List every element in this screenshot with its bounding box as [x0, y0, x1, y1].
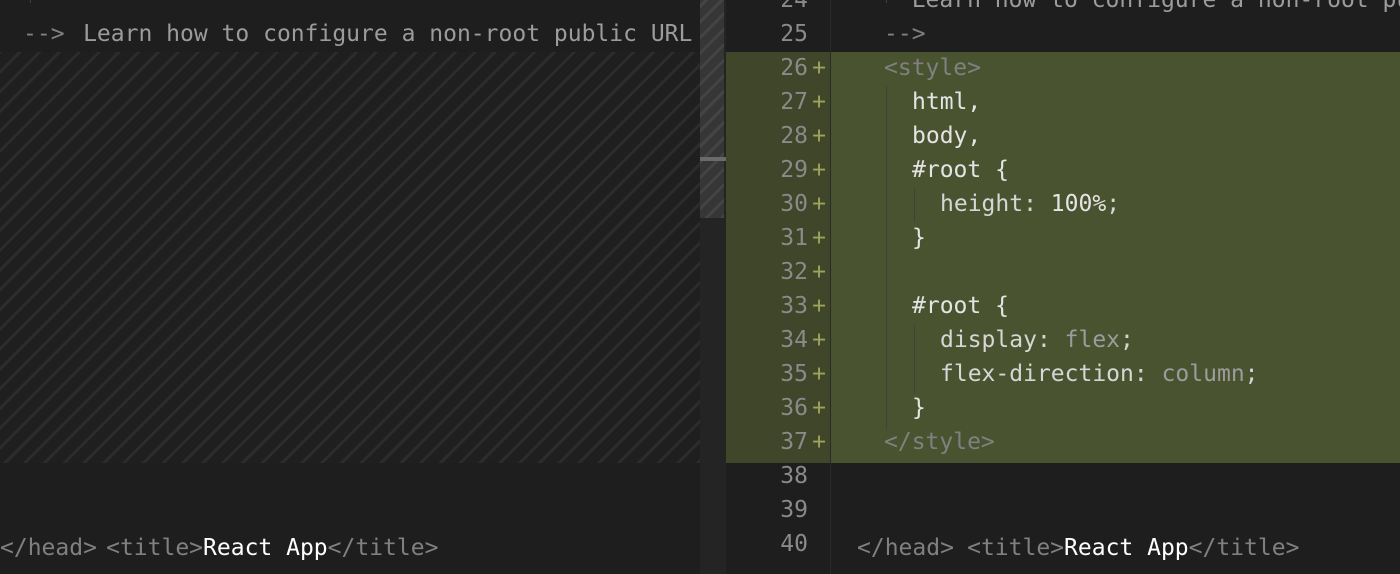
- right-line-35: flex-direction: column;: [940, 361, 1259, 387]
- left-line-head-close: </head>: [0, 531, 700, 565]
- scrollbar-thumb[interactable]: [700, 0, 724, 218]
- head-close-tag: </head>: [857, 535, 954, 561]
- prop-height: height: [940, 191, 1024, 217]
- head-close-tag: </head>: [0, 535, 97, 561]
- right-line-27: html,: [726, 85, 1400, 119]
- right-line-31: }: [726, 221, 1400, 255]
- selector-root: #root {: [912, 157, 1009, 183]
- style-close-tag: </style>: [884, 429, 995, 455]
- value-flex-direction: column: [1161, 361, 1245, 387]
- right-line-37: </style>: [726, 425, 1400, 459]
- left-line-title: <title>React App</title>: [0, 497, 700, 561]
- selector-root: #root {: [912, 293, 1009, 319]
- line-number: 38: [780, 463, 808, 489]
- right-line-36: }: [726, 391, 1400, 425]
- right-editor-pane[interactable]: 24 25 26 +27 +28 +29 +30 +31 +32 +33 +34 +35 +36 +37 +…: [726, 0, 1400, 574]
- value-display: flex: [1064, 327, 1121, 353]
- selector-body: body,: [912, 123, 982, 149]
- right-line-26: <style>: [726, 51, 1400, 85]
- prop-flex-direction: flex-direction: [940, 361, 1134, 387]
- brace-close: }: [912, 225, 926, 251]
- right-line-33: #root {: [726, 289, 1400, 323]
- indent-guide: [30, 0, 31, 3]
- left-line-comment: Learn how to configure a non-root public…: [0, 0, 700, 47]
- right-line-25: -->: [726, 17, 1400, 51]
- right-line-34: display: flex;: [940, 327, 1134, 353]
- comment-text: Learn how to configure a non-root public…: [911, 0, 1400, 13]
- style-open-tag: <style>: [884, 55, 981, 81]
- added-line-marker: +: [812, 259, 826, 285]
- scrollbar-marker: [700, 157, 726, 161]
- diff-placeholder-hatch: [0, 52, 700, 463]
- right-line-29: #root {: [726, 153, 1400, 187]
- comment-end-text: -->: [884, 21, 926, 47]
- left-line-comment-end: -->: [0, 17, 700, 51]
- value-height: 100%: [1050, 191, 1107, 217]
- prop-display: display: [940, 327, 1037, 353]
- left-editor-pane[interactable]: Learn how to configure a non-root public…: [0, 0, 700, 574]
- brace-close: }: [912, 395, 926, 421]
- right-line-39: <title>React App</title>: [726, 497, 1400, 561]
- right-line-28: body,: [726, 119, 1400, 153]
- comment-end-text: -->: [23, 21, 65, 47]
- line-number: 32: [780, 259, 808, 285]
- selector-html: html,: [912, 89, 982, 115]
- right-line-40: </head>: [726, 531, 1400, 565]
- right-line-30: height: 100%;: [940, 191, 1121, 217]
- right-line-24: Learn how to configure a non-root public…: [726, 0, 1400, 17]
